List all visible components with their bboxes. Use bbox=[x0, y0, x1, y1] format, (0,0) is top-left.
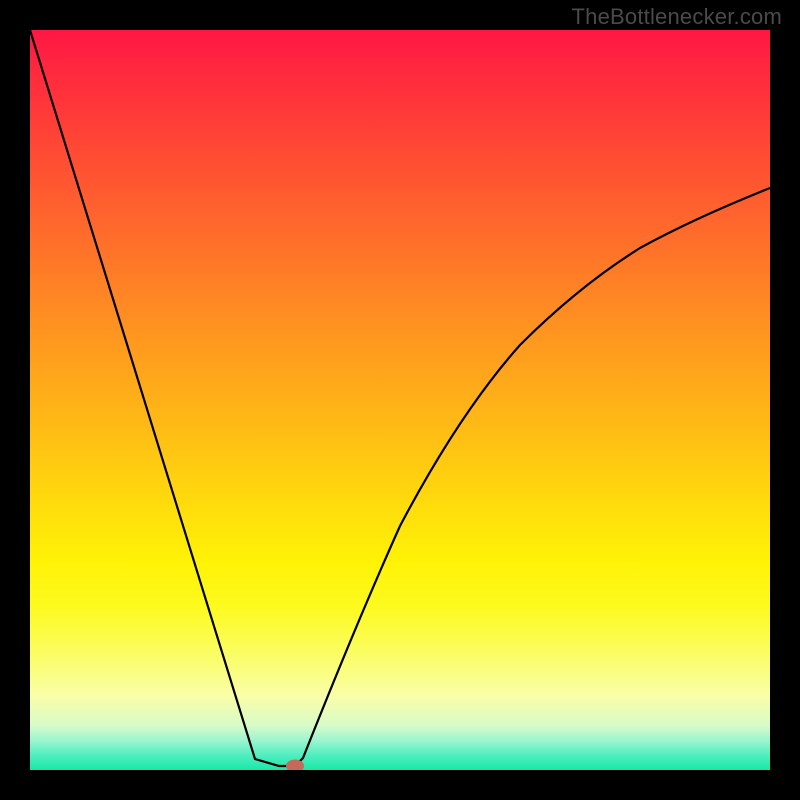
plot-area bbox=[30, 30, 770, 770]
curve-svg bbox=[30, 30, 770, 770]
optimal-marker bbox=[286, 760, 304, 771]
watermark-text: TheBottlenecker.com bbox=[572, 4, 782, 30]
bottleneck-curve-path bbox=[30, 30, 770, 766]
